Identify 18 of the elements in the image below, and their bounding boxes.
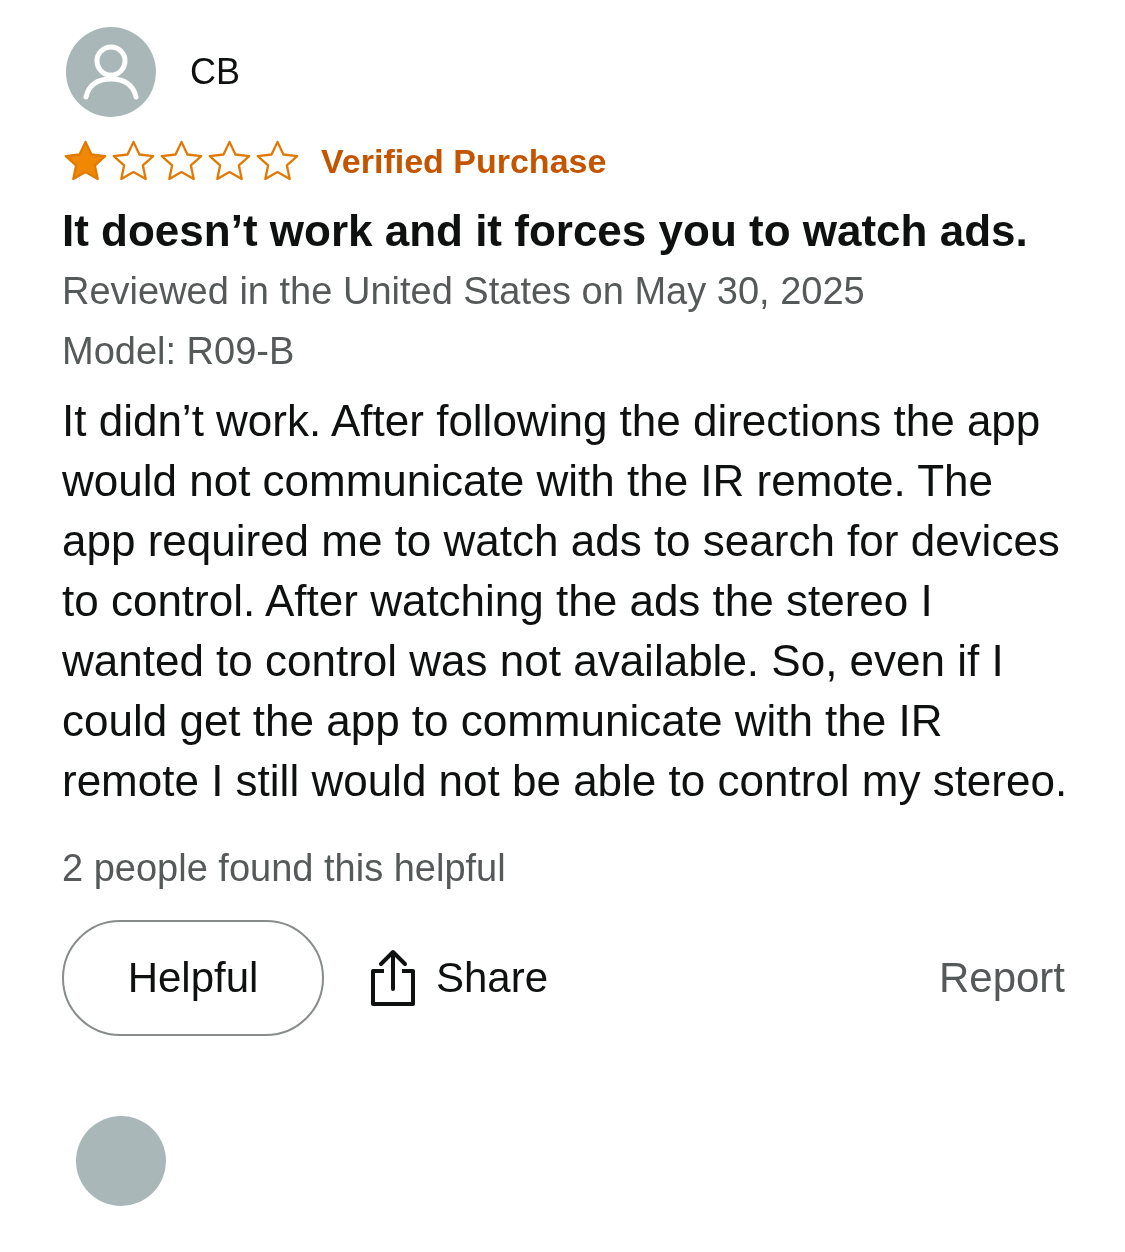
avatar-icon [76,1116,166,1206]
reviewer-name: CB [190,51,240,93]
review-date: Reviewed in the United States on May 30, 2025 [62,269,866,314]
star-icon [206,139,253,183]
star-icon [158,139,205,183]
helpful-count: 2 people found this helpful [62,847,507,890]
share-icon [370,949,416,1007]
avatar-icon [66,27,156,117]
star-icon [110,139,157,183]
star-icon [254,139,301,183]
review-body: It didn’t work. After following the directions the app would not communicate with the IR remote. The app required me to watch ads to search for devices to control. After watching the ads the stereo I wanted to control was not available. So, even if I could get the app to communicate with the IR remote I still would not be able to control my stereo. [62,395,1069,807]
star-icon [62,139,109,183]
verified-label: Verified Purchase [321,141,607,181]
helpful-button[interactable]: Helpful [62,920,324,1036]
review-title: It doesn’t work and it forces you to watch ads. [62,205,1029,257]
model-text: Model: R09-B [62,329,296,374]
share-button[interactable]: Share [370,949,549,1007]
report-link[interactable]: Report [938,954,1065,1002]
